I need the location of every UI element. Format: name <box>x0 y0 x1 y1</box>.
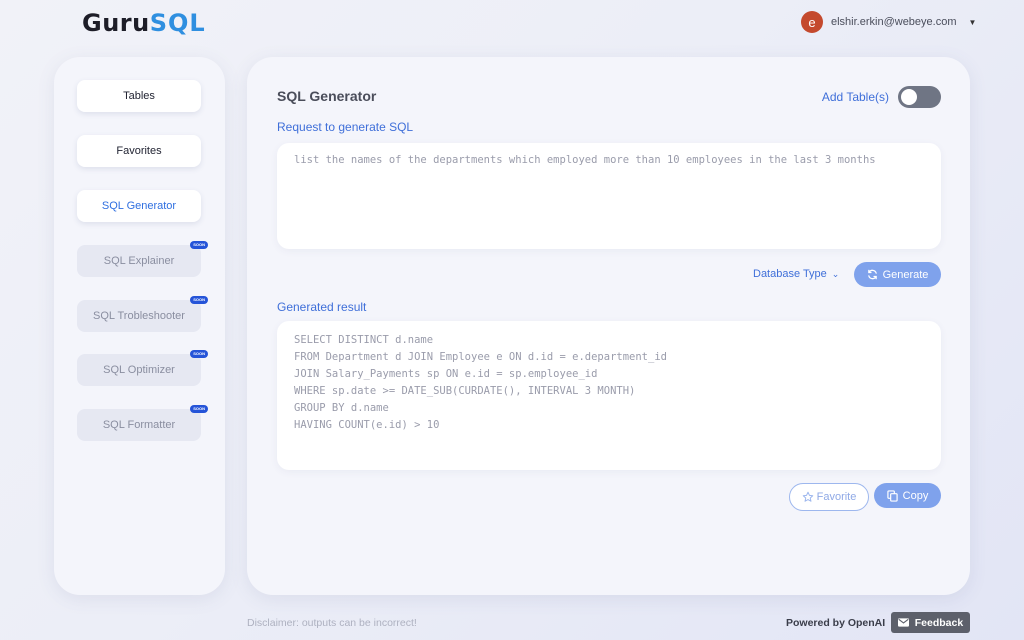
soon-badge: SOON <box>190 296 208 304</box>
refresh-icon <box>867 269 878 280</box>
feedback-label: Feedback <box>914 616 964 629</box>
database-type-label: Database Type <box>753 268 827 280</box>
avatar[interactable]: e <box>801 11 823 33</box>
add-table-toggle[interactable] <box>898 86 941 108</box>
favorite-button[interactable]: Favorite <box>789 483 869 511</box>
generate-button[interactable]: Generate <box>854 262 941 287</box>
code-line: SELECT DISTINCT d.name <box>294 334 434 346</box>
feedback-button[interactable]: Feedback <box>891 612 970 633</box>
user-menu[interactable]: e elshir.erkin@webeye.com ▼ <box>801 11 976 33</box>
code-line: GROUP BY d.name <box>294 402 389 414</box>
sidebar: Tables Favorites SQL Generator SQL Expla… <box>54 57 225 595</box>
sidebar-item-label: SQL Explainer <box>103 255 175 267</box>
code-line: FROM Department d JOIN Employee e ON d.i… <box>294 351 667 363</box>
powered-by-text: Powered by OpenAI <box>786 617 886 629</box>
copy-label: Copy <box>902 489 929 502</box>
sidebar-item-tables[interactable]: Tables <box>77 80 201 112</box>
soon-badge: SOON <box>190 350 208 358</box>
sidebar-item-favorites[interactable]: Favorites <box>77 135 201 167</box>
favorite-label: Favorite <box>816 491 857 503</box>
sidebar-item-label: SQL Optimizer <box>103 364 175 376</box>
page-title: SQL Generator <box>277 88 377 104</box>
sidebar-item-sql-generator[interactable]: SQL Generator <box>77 190 201 222</box>
sidebar-item-label: SQL Trobleshooter <box>93 310 185 322</box>
result-output[interactable]: SELECT DISTINCT d.name FROM Department d… <box>277 321 941 470</box>
request-label: Request to generate SQL <box>277 120 414 134</box>
envelope-icon <box>897 618 909 627</box>
code-line: JOIN Salary_Payments sp ON e.id = sp.emp… <box>294 368 598 380</box>
sidebar-item-sql-optimizer[interactable]: SQL Optimizer SOON <box>77 350 208 386</box>
logo-sql-text: SQL <box>149 9 206 37</box>
toggle-knob <box>901 89 917 105</box>
result-label: Generated result <box>277 300 367 314</box>
code-line: WHERE sp.date >= DATE_SUB(CURDATE(), INT… <box>294 385 636 397</box>
code-line: HAVING COUNT(e.id) > 10 <box>294 419 440 431</box>
database-type-dropdown[interactable]: Database Type ⌄ <box>753 268 839 280</box>
generate-label: Generate <box>882 268 929 281</box>
user-email[interactable]: elshir.erkin@webeye.com <box>831 16 957 28</box>
sidebar-item-label: SQL Generator <box>101 200 177 212</box>
soon-badge: SOON <box>190 241 208 249</box>
sidebar-item-sql-formatter[interactable]: SQL Formatter SOON <box>77 405 208 441</box>
main-panel: SQL Generator Add Table(s) Request to ge… <box>247 57 970 595</box>
copy-icon <box>886 489 898 502</box>
sidebar-item-label: SQL Formatter <box>102 419 176 431</box>
disclaimer-text: Disclaimer: outputs can be incorrect! <box>247 617 417 629</box>
caret-down-icon[interactable]: ▼ <box>969 18 977 27</box>
sidebar-item-label: Favorites <box>116 145 162 157</box>
gurusql-logo[interactable]: Guru SQL <box>82 9 206 37</box>
copy-button[interactable]: Copy <box>874 483 941 508</box>
star-icon <box>802 491 814 503</box>
logo-guru-text: Guru <box>82 9 150 37</box>
add-table-control[interactable]: Add Table(s) <box>822 86 941 108</box>
sidebar-item-sql-trobleshooter[interactable]: SQL Trobleshooter SOON <box>77 296 208 332</box>
request-text: list the names of the departments which … <box>294 154 876 166</box>
chevron-down-icon: ⌄ <box>831 268 840 279</box>
request-input[interactable]: list the names of the departments which … <box>277 143 941 249</box>
sidebar-item-label: Tables <box>123 90 155 102</box>
soon-badge: SOON <box>190 405 208 413</box>
sidebar-item-sql-explainer[interactable]: SQL Explainer SOON <box>77 241 208 277</box>
add-table-label: Add Table(s) <box>821 90 889 104</box>
